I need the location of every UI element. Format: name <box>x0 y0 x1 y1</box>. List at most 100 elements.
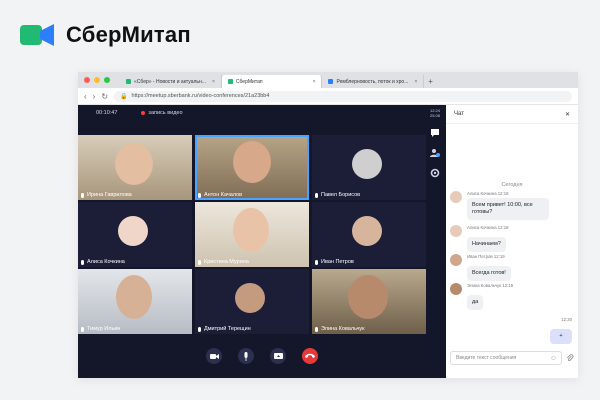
participant-name: Элина Ковальчук <box>315 326 365 332</box>
microphone-icon <box>244 351 248 361</box>
participant-name: Дмитрий Терещин <box>198 326 251 332</box>
url-field[interactable]: 🔒 https://meetup.sberbank.ru/video-confe… <box>114 90 572 102</box>
participant-tile[interactable]: Иван Петров <box>312 202 426 267</box>
participant-video <box>233 141 271 183</box>
avatar <box>352 149 382 179</box>
avatar <box>450 254 462 266</box>
chat-message: Элина Ковальчук 12:19 да <box>450 283 513 310</box>
mic-icon <box>81 259 84 265</box>
camera-icon <box>209 353 219 359</box>
mic-icon <box>81 192 84 198</box>
url-text: https://meetup.sberbank.ru/video-confere… <box>131 93 270 99</box>
participant-video <box>116 275 152 319</box>
close-window-button[interactable] <box>84 77 90 83</box>
minimize-window-button[interactable] <box>94 77 100 83</box>
screen-share-button[interactable] <box>270 348 286 364</box>
message-time: 12:20 <box>561 317 572 322</box>
reload-icon[interactable]: ↻ <box>101 92 108 101</box>
participant-tile[interactable]: Алиса Кочкина <box>78 202 192 267</box>
mic-icon <box>198 326 201 332</box>
chat-message: Иван Петров 12:19 Всегда готов! <box>450 254 511 281</box>
participant-name: Иван Петров <box>315 259 354 265</box>
close-tab-icon[interactable]: × <box>313 79 316 85</box>
mic-icon <box>81 326 84 332</box>
mic-icon <box>198 259 201 265</box>
emoji-icon[interactable]: ☺ <box>550 355 557 362</box>
mic-icon <box>315 326 318 332</box>
day-separator: Сегодня <box>501 182 523 188</box>
end-call-icon <box>305 353 315 358</box>
avatar <box>450 283 462 295</box>
message-bubble: да <box>467 295 484 310</box>
message-bubble: Всегда готов! <box>467 266 511 281</box>
call-timer: 00:10:47 <box>96 110 118 116</box>
settings-gear-icon[interactable] <box>430 168 440 178</box>
tab-favicon <box>126 79 131 84</box>
participant-tile[interactable]: Кристина Мурина <box>195 202 309 267</box>
camera-logo-icon <box>20 23 56 47</box>
message-meta: Алиса Кочкина 12:18 <box>467 191 509 196</box>
participant-tile[interactable]: Павел Борисов <box>312 135 426 200</box>
screen-share-icon <box>273 352 283 359</box>
participant-tile[interactable]: Тимур Ильин <box>78 269 192 334</box>
avatar <box>450 225 462 237</box>
browser-tab-sber-news[interactable]: «Сбер» - Новости и актуальн... × <box>120 75 222 88</box>
browser-window: «Сбер» - Новости и актуальн... × СберМит… <box>78 72 578 378</box>
call-controls <box>78 341 446 371</box>
attach-paperclip-icon[interactable] <box>566 354 574 362</box>
chat-message: Алиса Кочкина 12:18 Всем привет! 10:00, … <box>450 191 549 220</box>
message-bubble: Начинаем? <box>467 237 506 252</box>
chat-header: Чат ✕ <box>446 105 578 124</box>
tab-favicon <box>227 79 233 84</box>
close-tab-icon[interactable]: × <box>212 79 215 85</box>
participant-video <box>348 275 388 319</box>
conference-status-bar: 00:10:47 запись видео <box>78 105 446 121</box>
mic-icon <box>198 192 201 198</box>
participant-tile[interactable]: Ирина Гаврилова <box>78 135 192 200</box>
clock: 12:24 25.08 <box>429 108 440 118</box>
lock-icon: 🔒 <box>120 93 128 100</box>
message-bubble: Всем привет! 10:00, все готовы? <box>467 198 549 220</box>
participant-video <box>233 208 269 252</box>
microphone-toggle-button[interactable] <box>238 348 254 364</box>
browser-tab-sbermitap[interactable]: СберМитап × <box>221 75 323 88</box>
close-tab-icon[interactable]: × <box>414 79 417 85</box>
recording-label: запись видео <box>148 110 183 116</box>
close-icon[interactable]: ✕ <box>565 111 570 118</box>
chat-panel: Чат ✕ Сегодня Алиса Кочкина 12:18 Всем п… <box>446 105 578 378</box>
chat-message: Алиса Кочкина 12:18 Начинаем? <box>450 225 509 252</box>
participant-name: Алиса Кочкина <box>81 259 125 265</box>
participant-video <box>115 143 153 185</box>
tab-title: СберМитап <box>235 78 263 85</box>
avatar <box>352 216 382 246</box>
participant-tile[interactable]: Элина Ковальчук <box>312 269 426 334</box>
avatar <box>235 283 265 313</box>
sbermitap-logo: СберМитап <box>20 22 191 48</box>
participant-name: Ирина Гаврилова <box>81 192 132 198</box>
participant-tile[interactable]: Антон Качалов <box>195 135 309 200</box>
participant-name: Павел Борисов <box>315 192 360 198</box>
conference-side-rail: 12:24 25.08 <box>424 105 446 381</box>
end-call-button[interactable] <box>302 348 318 364</box>
camera-toggle-button[interactable] <box>206 348 222 364</box>
back-icon[interactable]: ‹ <box>84 92 87 101</box>
input-placeholder: Введите текст сообщения <box>456 355 517 361</box>
forward-icon[interactable]: › <box>93 92 96 101</box>
participant-name: Кристина Мурина <box>198 259 249 265</box>
mic-icon <box>315 259 318 265</box>
chat-message-input[interactable]: Введите текст сообщения ☺ <box>450 351 562 365</box>
maximize-window-button[interactable] <box>104 77 110 83</box>
message-bubble: + <box>550 329 572 344</box>
tab-title: Ремблерновость, поток и хро... <box>336 78 409 85</box>
participants-icon[interactable] <box>430 148 440 158</box>
browser-tab-rambler[interactable]: Ремблерновость, поток и хро... × <box>322 75 425 88</box>
chat-icon[interactable] <box>430 128 440 138</box>
chat-title: Чат <box>454 111 464 117</box>
participant-name: Антон Качалов <box>198 192 242 198</box>
tab-favicon <box>328 79 334 84</box>
new-tab-button[interactable]: + <box>428 75 433 88</box>
participant-tile[interactable]: Дмитрий Терещин <box>195 269 309 334</box>
mic-icon <box>315 192 318 198</box>
address-bar: ‹ › ↻ 🔒 https://meetup.sberbank.ru/video… <box>78 88 578 105</box>
avatar <box>450 191 462 203</box>
